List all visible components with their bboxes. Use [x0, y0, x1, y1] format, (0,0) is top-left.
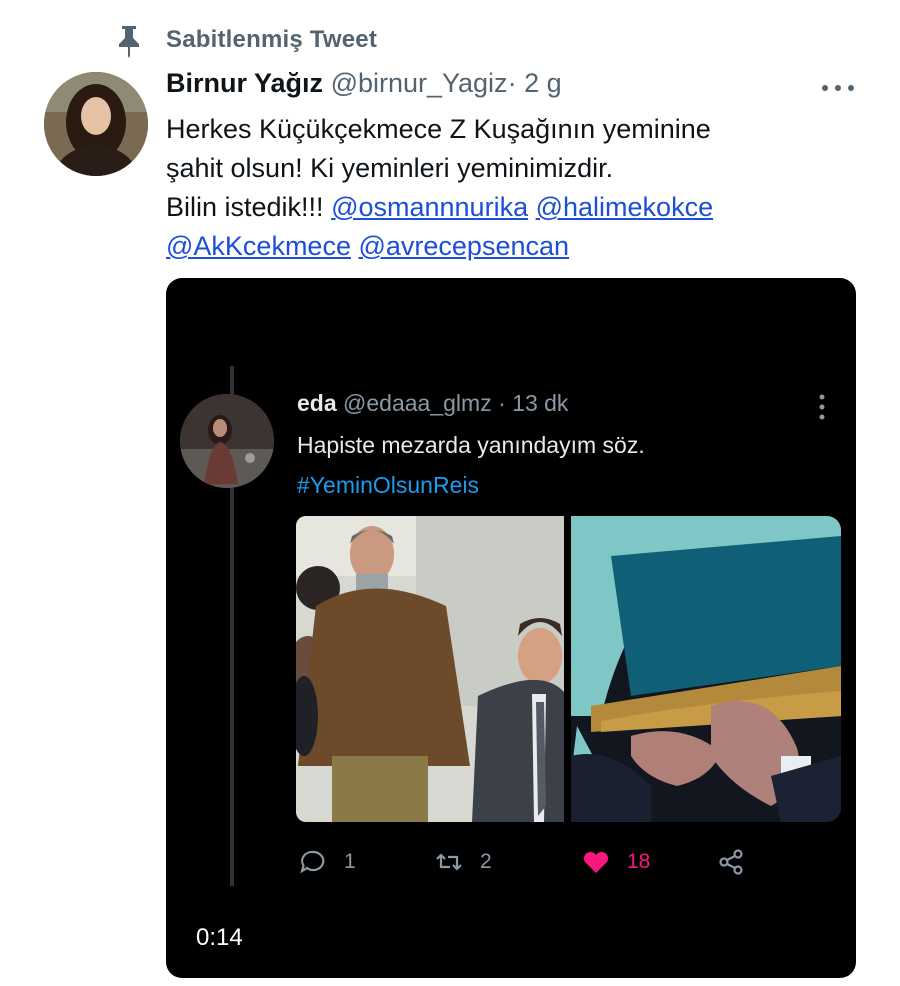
- pin-icon: [114, 24, 144, 58]
- pinned-tweet-label: Sabitlenmiş Tweet: [166, 26, 378, 53]
- mention-link[interactable]: @osmannnurika: [331, 192, 528, 222]
- inner-author-avatar: [180, 394, 274, 488]
- inner-hashtag: #YeminOlsunReis: [297, 472, 479, 498]
- more-vertical-icon: [816, 392, 828, 422]
- tweet-text-line: şahit olsun! Ki yeminleri yeminimizdir.: [166, 153, 614, 183]
- inner-tweet-header: eda @edaaa_glmz · 13 dk: [297, 390, 568, 417]
- inner-separator-dot: ·: [498, 390, 506, 416]
- tweet-video[interactable]: eda @edaaa_glmz · 13 dk Hapiste mezarda …: [166, 278, 856, 978]
- retweet-action: 2: [434, 844, 492, 880]
- inner-photo-right: [571, 516, 841, 822]
- tweet-text: Herkes Küçükçekmece Z Kuşağının yeminine…: [166, 110, 846, 266]
- share-icon: [719, 849, 743, 875]
- author-avatar[interactable]: [44, 72, 148, 176]
- mention-link[interactable]: @halimekokce: [536, 192, 713, 222]
- inner-timestamp: 13 dk: [512, 390, 569, 416]
- tweet-timestamp[interactable]: 2 g: [524, 68, 562, 98]
- reply-count: 1: [344, 850, 356, 873]
- mention-link[interactable]: @avrecepsencan: [358, 231, 569, 261]
- retweet-icon: [436, 853, 462, 871]
- tweet-text-fragment: Bilin istedik!!!: [166, 192, 324, 222]
- inner-photo-left: [296, 516, 564, 822]
- tweet-text-line: Herkes Küçükçekmece Z Kuşağının yeminine: [166, 114, 711, 144]
- share-action: [716, 844, 746, 880]
- inner-display-name: eda: [297, 390, 337, 416]
- author-handle[interactable]: @birnur_Yagiz: [331, 68, 508, 98]
- inner-handle: @edaaa_glmz: [343, 390, 492, 416]
- heart-icon: [583, 851, 609, 873]
- like-count: 18: [627, 850, 651, 873]
- more-horizontal-icon[interactable]: [818, 78, 858, 98]
- retweet-count: 2: [480, 850, 492, 873]
- inner-tweet-text: Hapiste mezarda yanındayım söz.: [297, 432, 645, 458]
- tweet-text-line: @AkKcekmece @avrecepsencan: [166, 227, 846, 266]
- separator-dot: ·: [507, 68, 517, 98]
- author-display-name[interactable]: Birnur Yağız: [166, 68, 323, 98]
- reply-icon: [300, 850, 325, 874]
- like-action: 18: [581, 844, 650, 880]
- video-duration: 0:14: [196, 924, 243, 951]
- tweet-header: Birnur Yağız @birnur_Yagiz· 2 g: [166, 68, 562, 99]
- mention-link[interactable]: @AkKcekmece: [166, 231, 351, 261]
- tweet-text-line: Bilin istedik!!! @osmannnurika @halimeko…: [166, 188, 846, 227]
- reply-action: 1: [298, 844, 356, 880]
